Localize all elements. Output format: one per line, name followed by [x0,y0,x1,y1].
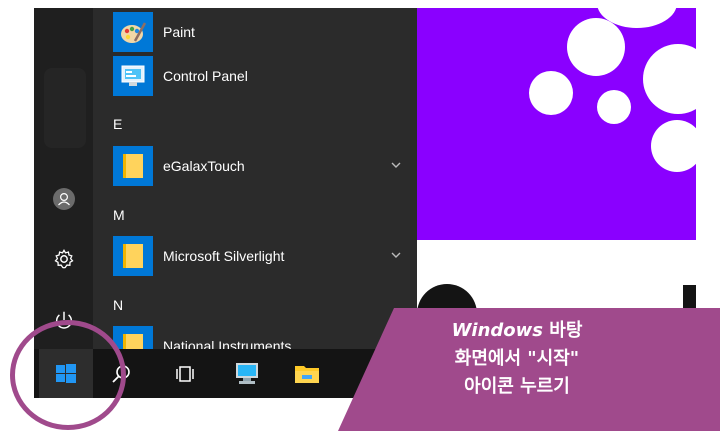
wallpaper-dark-shape [683,285,696,349]
computer-button[interactable] [223,349,271,398]
folder-icon [113,326,153,349]
callout-line-1-rest: 바탕 [543,320,583,341]
wallpaper-dot [643,44,696,114]
folder-icon [113,146,153,186]
paint-icon [113,12,153,52]
letter-header-n[interactable]: N [113,297,123,313]
chevron-down-icon[interactable] [389,158,403,172]
wallpaper-purple-area [417,8,696,240]
file-explorer-icon [295,365,319,383]
settings-button[interactable] [51,246,77,272]
app-microsoft-silverlight[interactable]: Microsoft Silverlight [113,234,403,278]
highlight-circle [10,320,126,430]
callout-windows-word: Windows [451,320,544,341]
app-national-instruments[interactable]: National Instruments [113,324,403,349]
control-panel-icon [113,56,153,96]
callout-line-3: 아이콘 누르기 [464,376,570,397]
file-explorer-button[interactable] [283,349,331,398]
app-label: Control Panel [163,68,248,84]
task-view-icon [176,365,194,382]
callout-line-2: 화면에서 "시작" [454,348,580,369]
wallpaper-dot [597,90,631,124]
start-menu: Paint Control Panel E eGalaxTouch M Micr… [34,8,417,349]
letter-header-m[interactable]: M [113,207,125,223]
folder-icon [113,236,153,276]
app-label: Paint [163,24,195,40]
letter-header-e[interactable]: E [113,116,122,132]
app-egalaxtouch[interactable]: eGalaxTouch [113,144,403,188]
rail-shade [44,68,86,148]
wallpaper-dot [651,120,696,172]
settings-icon [54,248,74,269]
task-view-button[interactable] [161,349,209,398]
desktop-wallpaper [417,0,696,349]
computer-icon [236,362,258,384]
app-label: National Instruments [163,338,292,349]
callout-text: Windows 바탕 화면에서 "시작" 아이콘 누르기 [372,317,662,401]
app-label: eGalaxTouch [163,158,245,174]
app-label: Microsoft Silverlight [163,248,285,264]
user-icon [53,188,75,210]
app-paint[interactable]: Paint [113,10,403,54]
wallpaper-dot [529,71,573,115]
callout-line-1: Windows 바탕 [372,317,662,345]
app-control-panel[interactable]: Control Panel [113,54,403,98]
wallpaper-dot [567,18,625,76]
user-account-button[interactable] [51,186,77,212]
chevron-down-icon[interactable] [389,248,403,262]
start-menu-rail [34,8,93,349]
